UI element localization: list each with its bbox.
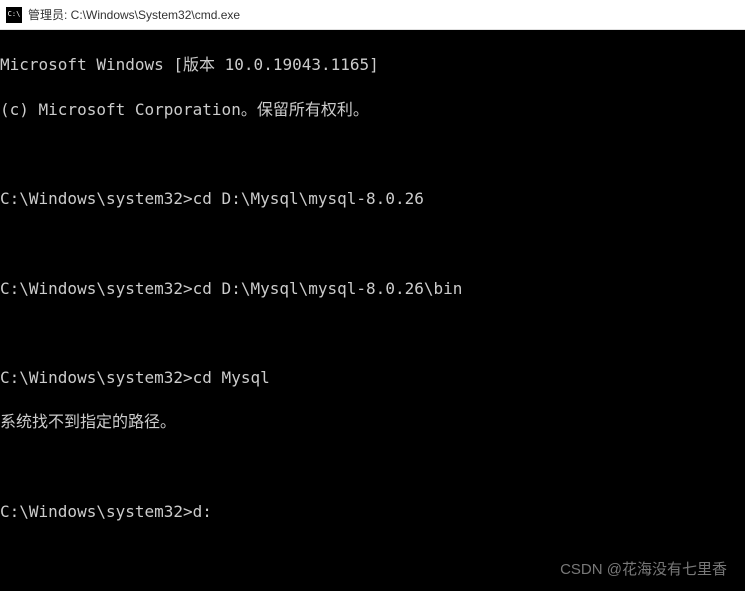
cmd-icon <box>6 7 22 23</box>
terminal-line: C:\Windows\system32>cd D:\Mysql\mysql-8.… <box>0 278 745 300</box>
terminal-line <box>0 144 745 166</box>
terminal-line <box>0 233 745 255</box>
terminal-line: C:\Windows\system32>d: <box>0 501 745 523</box>
terminal-line: (c) Microsoft Corporation。保留所有权利。 <box>0 99 745 121</box>
terminal-line: Microsoft Windows [版本 10.0.19043.1165] <box>0 54 745 76</box>
terminal-line: C:\Windows\system32>cd Mysql <box>0 367 745 389</box>
window-title: 管理员: C:\Windows\System32\cmd.exe <box>28 6 240 23</box>
terminal-line <box>0 322 745 344</box>
terminal-line: 系统找不到指定的路径。 <box>0 411 745 433</box>
csdn-watermark: CSDN @花海没有七里香 <box>560 558 727 579</box>
terminal-line <box>0 456 745 478</box>
terminal-output[interactable]: Microsoft Windows [版本 10.0.19043.1165] (… <box>0 30 745 591</box>
terminal-line: C:\Windows\system32>cd D:\Mysql\mysql-8.… <box>0 188 745 210</box>
window-titlebar[interactable]: 管理员: C:\Windows\System32\cmd.exe <box>0 0 745 30</box>
